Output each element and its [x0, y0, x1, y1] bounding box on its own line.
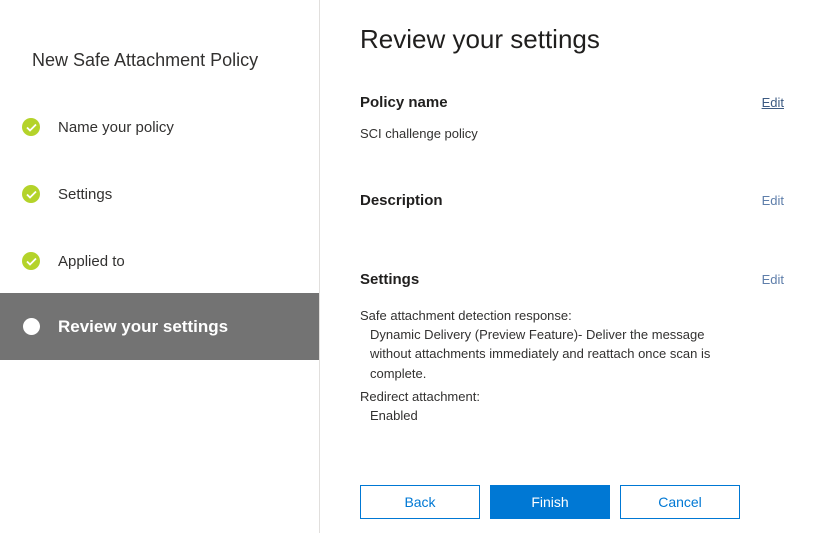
step-label: Applied to: [58, 252, 125, 270]
step-review-your-settings[interactable]: Review your settings: [0, 293, 319, 360]
settings-section-header: Settings Edit: [360, 271, 784, 291]
description-heading: Description: [360, 192, 443, 209]
edit-settings-link[interactable]: Edit: [762, 272, 784, 287]
description-section-header: Description Edit: [360, 192, 784, 212]
policy-name-heading: Policy name: [360, 94, 448, 111]
redirect-attachment-label: Redirect attachment:: [360, 389, 480, 404]
wizard-sidebar: New Safe Attachment Policy Name your pol…: [0, 0, 320, 533]
policy-name-value: SCI challenge policy: [360, 126, 478, 141]
finish-button[interactable]: Finish: [490, 485, 610, 519]
wizard-title: New Safe Attachment Policy: [32, 50, 259, 70]
checkmark-icon: [22, 185, 40, 203]
edit-description-link[interactable]: Edit: [762, 193, 784, 208]
cancel-button[interactable]: Cancel: [620, 485, 740, 519]
step-label: Name your policy: [58, 118, 174, 136]
checkmark-icon: [22, 252, 40, 270]
policy-name-section-header: Policy name Edit: [360, 94, 784, 114]
redirect-attachment-value: Enabled: [370, 408, 418, 423]
step-label: Review your settings: [58, 316, 229, 336]
back-button[interactable]: Back: [360, 485, 480, 519]
review-panel: Review your settings Policy name Edit SC…: [360, 0, 784, 533]
settings-heading: Settings: [360, 271, 420, 288]
current-step-dot-icon: [23, 318, 40, 335]
checkmark-icon: [22, 118, 40, 136]
detection-response-value-line3: complete.: [370, 366, 427, 381]
step-name-your-policy[interactable]: Name your policy: [0, 107, 319, 147]
page-title: Review your settings: [360, 24, 600, 54]
detection-response-value-line1: Dynamic Delivery (Preview Feature)- Deli…: [370, 327, 705, 342]
step-settings[interactable]: Settings: [0, 174, 319, 214]
step-label: Settings: [58, 185, 113, 203]
edit-policy-name-link[interactable]: Edit: [762, 95, 784, 110]
detection-response-label: Safe attachment detection response:: [360, 308, 572, 323]
step-applied-to[interactable]: Applied to: [0, 241, 319, 281]
detection-response-value-line2: without attachments immediately and reat…: [370, 346, 711, 361]
